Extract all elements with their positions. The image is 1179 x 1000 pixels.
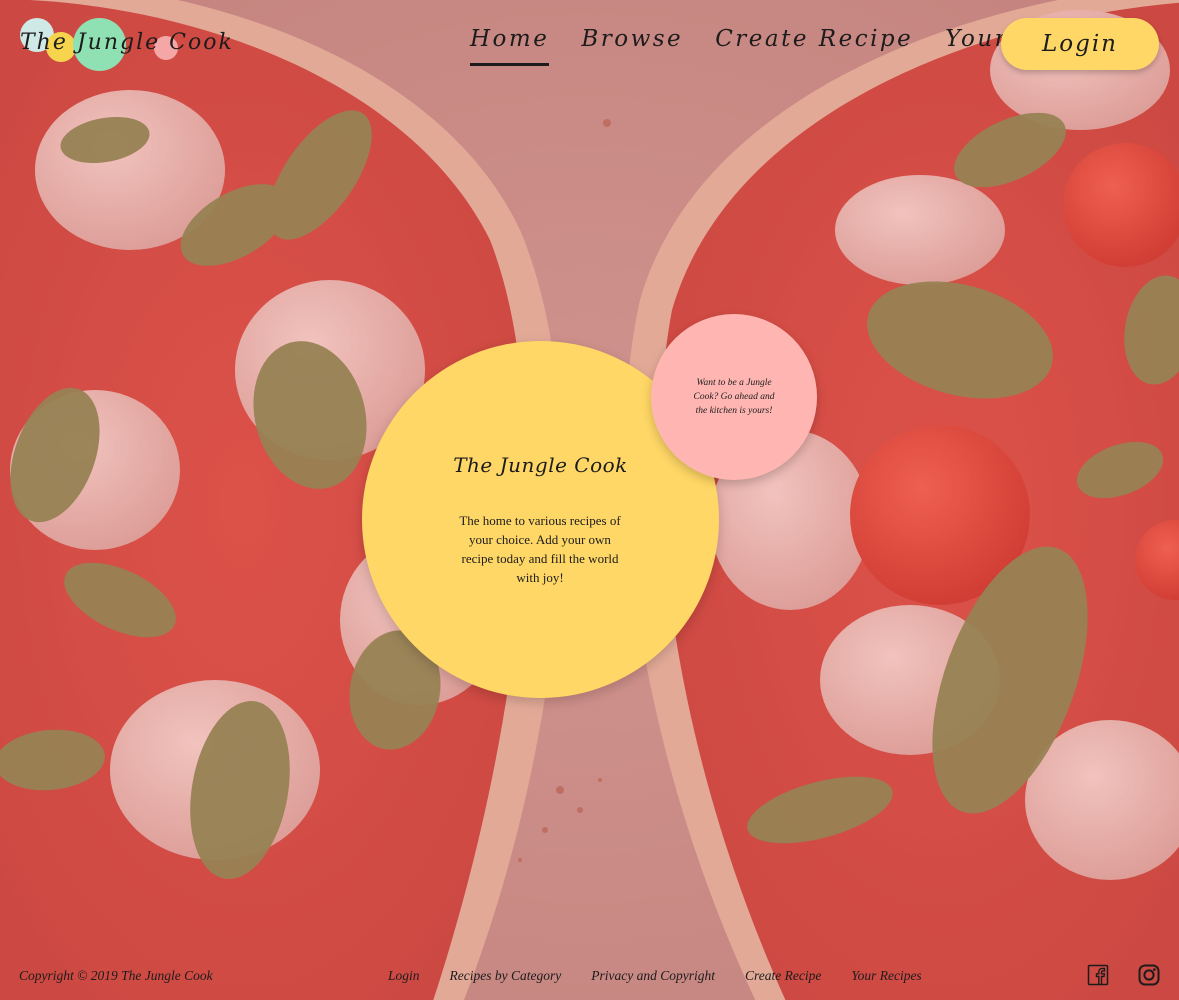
facebook-icon[interactable] [1087, 964, 1109, 986]
footer-link-create-recipe[interactable]: Create Recipe [745, 968, 821, 984]
footer-link-your-recipes[interactable]: Your Recipes [851, 968, 921, 984]
logo-text: The Jungle Cook [20, 30, 234, 55]
promo-bubble-text: Want to be a Jungle Cook? Go ahead and t… [693, 378, 775, 416]
footer-link-recipes-by-category[interactable]: Recipes by Category [450, 968, 562, 984]
hero-description: The home to various recipes of your choi… [459, 513, 621, 585]
site-logo[interactable]: The Jungle Cook [18, 16, 232, 76]
footer-link-privacy[interactable]: Privacy and Copyright [591, 968, 715, 984]
page: The Jungle Cook Home Browse Create Recip… [0, 0, 1179, 1000]
promo-bubble: Want to be a Jungle Cook? Go ahead and t… [651, 314, 817, 480]
hero-title: The Jungle Cook [453, 453, 628, 477]
instagram-icon[interactable] [1138, 964, 1160, 986]
footer-link-login[interactable]: Login [388, 968, 420, 984]
nav-link-create-recipe[interactable]: Create Recipe [715, 26, 913, 66]
footer-nav: Login Recipes by Category Privacy and Co… [388, 968, 922, 984]
footer-copyright: Copyright © 2019 The Jungle Cook [19, 968, 213, 983]
nav-link-browse[interactable]: Browse [581, 26, 683, 66]
nav-link-home[interactable]: Home [470, 26, 550, 66]
login-button[interactable]: Login [1001, 18, 1159, 70]
